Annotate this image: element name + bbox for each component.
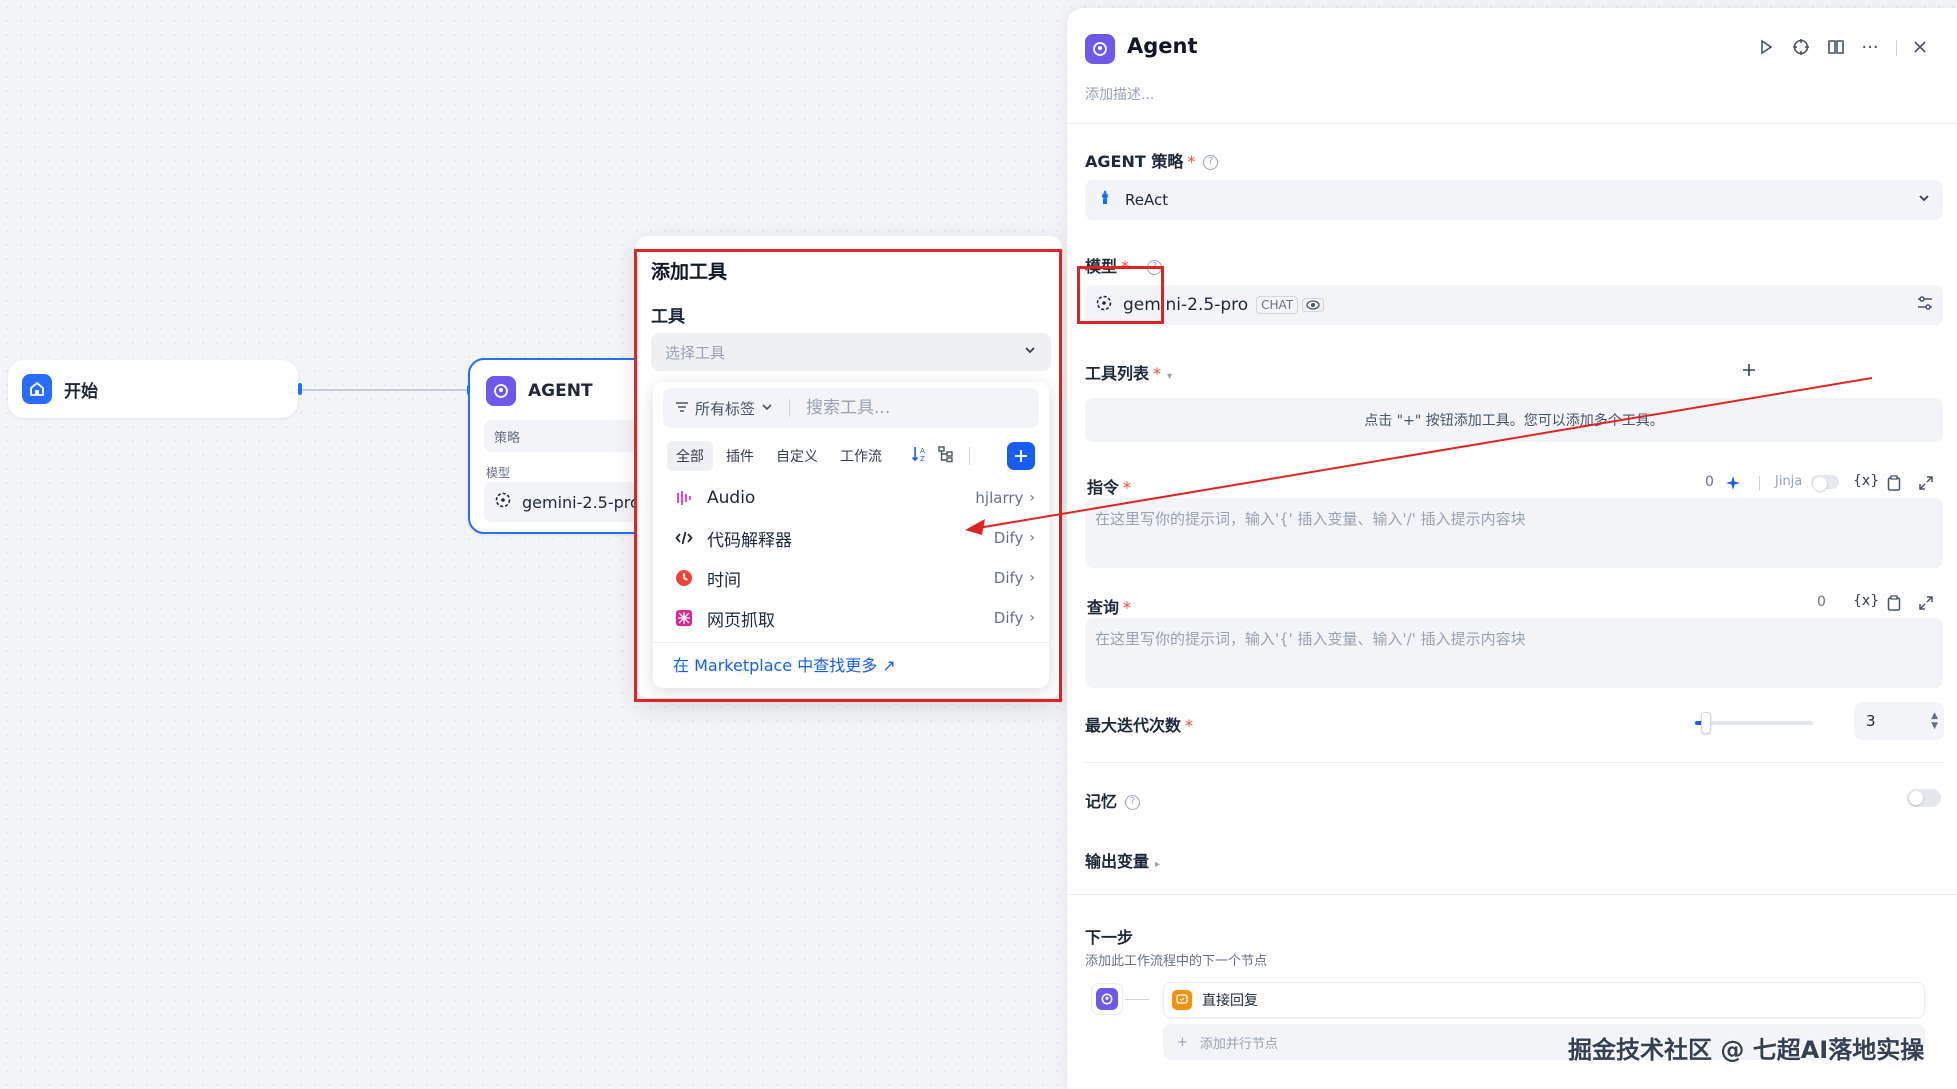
reply-icon: [1172, 990, 1192, 1010]
max-iterations-input[interactable]: 3 ▲ ▼: [1854, 702, 1944, 740]
output-vars-label[interactable]: 输出变量 ▸: [1085, 848, 1160, 872]
chevron-right-icon: ›: [1029, 530, 1035, 546]
tool-item-web-scraper[interactable]: 网页抓取 Dify ›: [653, 598, 1049, 638]
add-tool-title: 添加工具: [651, 261, 728, 283]
tag-chevron-icon: [761, 399, 773, 417]
clock-icon: [673, 569, 695, 587]
instruction-input[interactable]: 在这里写你的提示词，输入'{' 插入变量、输入'/' 插入提示内容块: [1085, 498, 1943, 568]
tab-all[interactable]: 全部: [667, 441, 713, 471]
tool-list-empty: 点击 "+" 按钮添加工具。您可以添加多个工具。: [1085, 398, 1943, 442]
instruction-count: 0: [1705, 474, 1714, 490]
clipboard-icon[interactable]: [1883, 592, 1905, 614]
tool-search-input[interactable]: [806, 398, 987, 418]
sparkle-icon[interactable]: [1722, 472, 1744, 494]
model-provider-icon: [494, 491, 512, 513]
query-input[interactable]: 在这里写你的提示词，输入'{' 插入变量、输入'/' 插入提示内容块: [1085, 618, 1943, 688]
clipboard-icon[interactable]: [1883, 472, 1905, 494]
instruction-variable-button[interactable]: {x}: [1853, 473, 1879, 489]
jinja-toggle[interactable]: [1811, 475, 1839, 491]
code-icon: [673, 529, 695, 547]
caret-icon: ▾: [1167, 371, 1173, 382]
tree-view-icon[interactable]: [937, 445, 955, 467]
query-count: 0: [1817, 594, 1826, 610]
query-variable-button[interactable]: {x}: [1853, 593, 1879, 609]
caret-right-icon: ▸: [1155, 859, 1161, 870]
tab-custom[interactable]: 自定义: [767, 441, 827, 471]
more-icon[interactable]: ···: [1857, 34, 1883, 60]
memory-toggle[interactable]: [1907, 789, 1941, 807]
vision-icon: [1302, 298, 1325, 312]
agent-node-title: AGENT: [528, 381, 593, 401]
add-custom-tool-button[interactable]: [1007, 442, 1035, 470]
instruction-label: 指令 *: [1087, 478, 1132, 497]
marketplace-link[interactable]: 在 Marketplace 中查找更多 ↗: [653, 642, 1049, 684]
plus-icon: +: [1177, 1034, 1188, 1050]
description-input[interactable]: 添加描述...: [1085, 84, 1154, 104]
home-icon: [22, 374, 52, 404]
panel-title[interactable]: Agent: [1127, 34, 1198, 58]
start-node[interactable]: 开始: [8, 360, 298, 418]
run-icon[interactable]: [1753, 34, 1779, 60]
slider-thumb[interactable]: [1700, 712, 1711, 734]
tab-plugins[interactable]: 插件: [717, 441, 763, 471]
chevron-down-icon: [1917, 191, 1931, 209]
chevron-down-icon: [1023, 343, 1037, 361]
expand-icon[interactable]: [1915, 592, 1937, 614]
memory-label: 记忆?: [1085, 788, 1141, 812]
highlight-tool-list: [1077, 266, 1164, 324]
edge-start-agent: [302, 389, 470, 391]
tool-tabs: 全部 插件 自定义 工作流 AZ: [653, 434, 1049, 478]
tool-item-time[interactable]: 时间 Dify ›: [653, 558, 1049, 598]
audio-icon: [673, 489, 695, 507]
help-icon[interactable]: ?: [1203, 155, 1219, 170]
next-step-source-icon: [1091, 983, 1123, 1015]
model-settings-icon[interactable]: [1917, 295, 1933, 316]
max-iterations-label: 最大迭代次数 *: [1085, 716, 1194, 735]
tool-item-audio[interactable]: Audio hjlarry ›: [653, 478, 1049, 518]
sort-icon[interactable]: AZ: [911, 445, 929, 467]
query-label: 查询 *: [1087, 598, 1132, 617]
tool-item-code-interpreter[interactable]: 代码解释器 Dify ›: [653, 518, 1049, 558]
model-type-badge: CHAT: [1256, 296, 1299, 314]
strategy-select[interactable]: ReAct: [1085, 180, 1943, 220]
agent-icon: [486, 376, 516, 406]
watermark: 掘金技术社区 @ 七超AI落地实操: [1568, 1036, 1925, 1064]
tool-search-bar: 所有标签: [663, 388, 1039, 428]
agent-config-panel: Agent ··· 添加描述... AGENT 策略 *? ReAct 模型 *? …: [1067, 8, 1957, 1089]
select-tool-dropdown[interactable]: 选择工具: [651, 333, 1051, 371]
max-iterations-slider[interactable]: [1695, 712, 1813, 734]
chevron-right-icon: ›: [1029, 490, 1035, 506]
help-icon[interactable]: ?: [1125, 795, 1141, 810]
jinja-label: Jinja: [1775, 474, 1803, 489]
filter-icon: [675, 399, 689, 417]
svg-text:Z: Z: [920, 455, 925, 463]
tab-workflow[interactable]: 工作流: [831, 441, 891, 471]
close-icon[interactable]: [1907, 34, 1933, 60]
web-scraper-icon: [673, 609, 695, 627]
tag-filter-button[interactable]: 所有标签: [695, 398, 755, 419]
stepper-icon[interactable]: ▲ ▼: [1931, 711, 1938, 731]
tool-picker: 所有标签 全部 插件 自定义 工作流 AZ Audio hjlarry ›: [653, 382, 1049, 688]
svg-text:A: A: [920, 447, 925, 455]
book-icon[interactable]: [1823, 34, 1849, 60]
tool-list-label[interactable]: 工具列表 * ▾: [1085, 360, 1172, 384]
model-select[interactable]: gemini-2.5-pro CHAT: [1085, 285, 1943, 325]
add-tool-button[interactable]: [1735, 356, 1763, 384]
tool-label: 工具: [651, 307, 685, 327]
crosshair-icon[interactable]: [1788, 34, 1814, 60]
chevron-right-icon: ›: [1029, 570, 1035, 586]
strategy-icon: [1097, 190, 1113, 210]
panel-agent-icon: [1085, 34, 1115, 64]
start-node-title: 开始: [64, 381, 98, 402]
expand-icon[interactable]: [1915, 472, 1937, 494]
chevron-right-icon: ›: [1029, 610, 1035, 626]
next-step-label: 下一步: [1085, 928, 1134, 947]
strategy-label: AGENT 策略 *?: [1085, 148, 1219, 172]
agent-model-label: 模型: [486, 466, 511, 480]
next-node-card[interactable]: 直接回复: [1163, 982, 1925, 1018]
next-step-description: 添加此工作流程中的下一个节点: [1085, 954, 1268, 969]
